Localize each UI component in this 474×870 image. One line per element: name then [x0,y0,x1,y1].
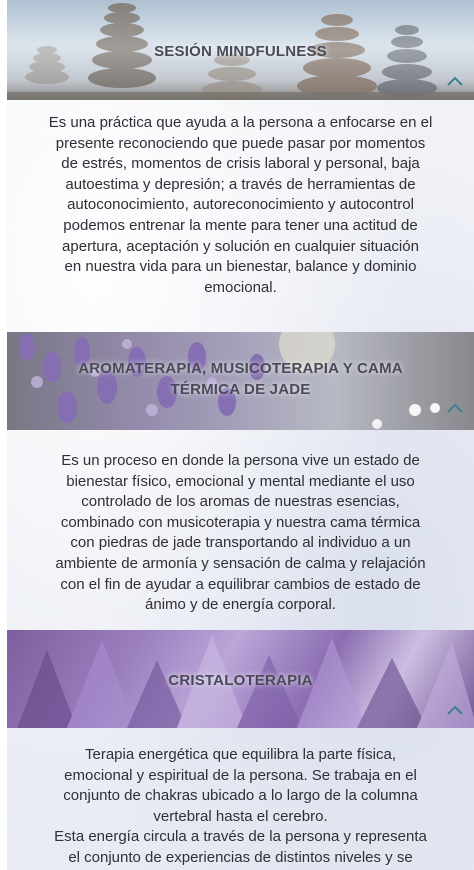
accordion-section-cristaloterapia: CRISTALOTERAPIA [7,630,474,728]
accordion-header-cristaloterapia[interactable]: CRISTALOTERAPIA [7,630,474,728]
chevron-up-icon[interactable] [446,704,464,716]
chevron-up-icon[interactable] [446,402,464,414]
left-edge-strip [0,0,7,870]
accordion-section-aromaterapia: AROMATERAPIA, MUSICOTERAPIA Y CAMA TÉRMI… [7,332,474,430]
section-title: CRISTALOTERAPIA [168,672,313,689]
section-title: SESIÓN MINDFULNESS [154,43,327,60]
section-body-aromaterapia: Es un proceso en donde la persona vive u… [55,452,426,614]
accordion-header-mindfulness[interactable]: SESIÓN MINDFULNESS [7,0,474,100]
chevron-up-icon[interactable] [446,75,464,87]
section-title: AROMATERAPIA, MUSICOTERAPIA Y CAMA TÉRMI… [78,360,403,398]
accordion-header-aromaterapia[interactable]: AROMATERAPIA, MUSICOTERAPIA Y CAMA TÉRMI… [7,332,474,430]
treatments-page: SESIÓN MINDFULNESS Es una práctica que a… [0,0,474,870]
accordion-section-mindfulness: SESIÓN MINDFULNESS [7,0,474,100]
section-body-mindfulness: Es una práctica que ayuda a la persona a… [48,114,433,296]
section-body-cristaloterapia: Terapia energética que equilibra la part… [54,746,427,866]
